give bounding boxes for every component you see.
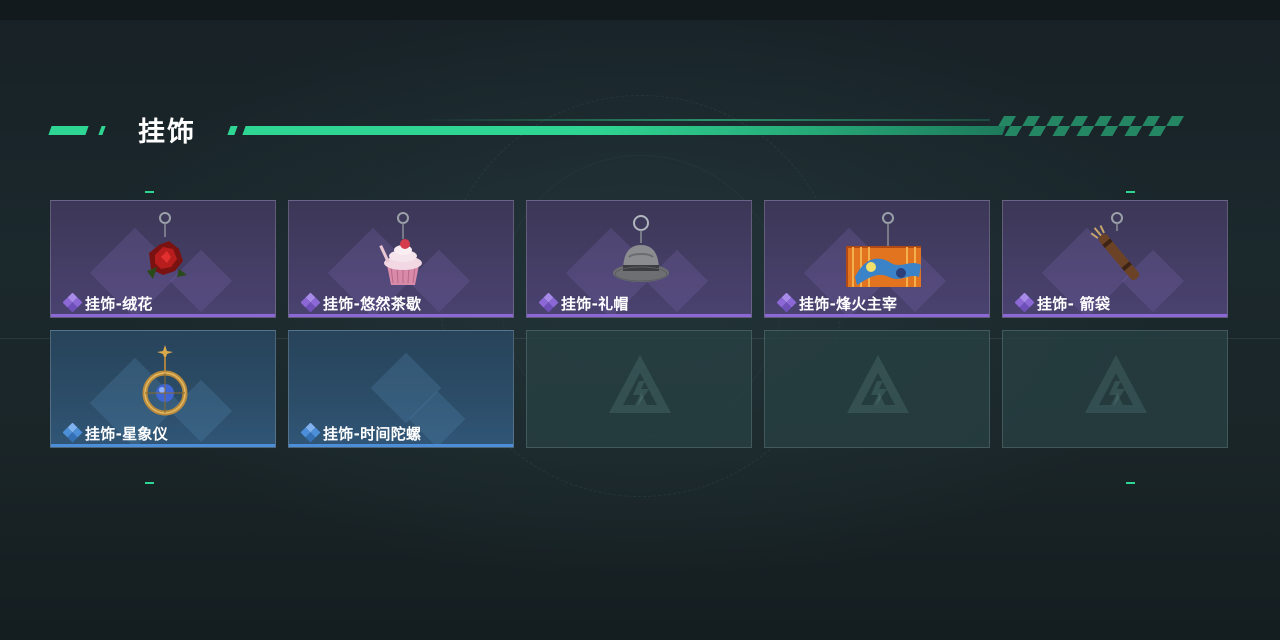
game-logo-icon — [609, 355, 671, 413]
charm-name: 挂饰-星象仪 — [85, 424, 169, 443]
empty-slot[interactable] — [1002, 330, 1228, 448]
game-logo-icon — [847, 355, 909, 413]
charm-card[interactable]: 挂饰- 箭袋 — [1002, 200, 1228, 318]
fedora-hat-charm-icon — [613, 215, 669, 282]
charm-grid: 挂饰-绒花 挂饰-悠然茶歇 挂饰-礼帽 挂饰-烽火主宰 挂饰- 箭袋 挂饰-星象… — [50, 200, 1230, 450]
charm-name: 挂饰- 箭袋 — [1037, 294, 1111, 313]
charm-name: 挂饰-时间陀螺 — [323, 424, 422, 443]
game-logo-icon — [1085, 355, 1147, 413]
corner-tick — [1126, 482, 1135, 484]
top-strip — [0, 0, 1280, 20]
charm-label: 挂饰-悠然茶歇 — [301, 293, 421, 313]
quiver-charm-icon — [1090, 212, 1140, 281]
section-title: 挂饰 — [138, 117, 196, 148]
charm-label: 挂饰-时间陀螺 — [301, 423, 421, 443]
empty-slot[interactable] — [764, 330, 990, 448]
rarity-diamond-icon — [777, 293, 797, 313]
charm-card[interactable]: 挂饰-绒花 — [50, 200, 276, 318]
rarity-diamond-icon — [539, 293, 559, 313]
corner-tick — [145, 191, 154, 193]
checker-pattern — [998, 116, 1184, 136]
corner-tick — [145, 482, 154, 484]
charm-card[interactable]: 挂饰-烽火主宰 — [764, 200, 990, 318]
charm-card[interactable]: 挂饰-时间陀螺 — [288, 330, 514, 448]
rarity-diamond-icon — [301, 423, 321, 443]
rarity-diamond-icon — [301, 293, 321, 313]
astrolabe-charm-icon — [142, 345, 188, 416]
charm-name: 挂饰-绒花 — [85, 294, 153, 313]
charm-card[interactable]: 挂饰-礼帽 — [526, 200, 752, 318]
rarity-diamond-icon — [1015, 293, 1035, 313]
charm-name: 挂饰-烽火主宰 — [799, 294, 898, 313]
cupcake-charm-icon — [379, 212, 422, 285]
rarity-diamond-icon — [63, 293, 83, 313]
rose-charm-icon — [147, 212, 187, 279]
header-accent-bar — [48, 126, 89, 135]
charm-label: 挂饰-礼帽 — [539, 293, 629, 313]
header-accent-line — [242, 126, 1006, 135]
charm-name: 挂饰-悠然茶歇 — [323, 294, 422, 313]
banner-charm-icon — [846, 212, 921, 287]
header-accent-bar — [227, 126, 238, 135]
charm-label: 挂饰-烽火主宰 — [777, 293, 897, 313]
charm-name: 挂饰-礼帽 — [561, 294, 629, 313]
corner-tick — [1126, 191, 1135, 193]
empty-slot[interactable] — [526, 330, 752, 448]
rarity-diamond-icon — [63, 423, 83, 443]
header-accent-bar — [98, 126, 106, 135]
header-thin-line — [420, 119, 990, 121]
charm-label: 挂饰-绒花 — [63, 293, 153, 313]
charm-label: 挂饰-星象仪 — [63, 423, 168, 443]
charm-label: 挂饰- 箭袋 — [1015, 293, 1110, 313]
charm-card[interactable]: 挂饰-星象仪 — [50, 330, 276, 448]
charm-card[interactable]: 挂饰-悠然茶歇 — [288, 200, 514, 318]
